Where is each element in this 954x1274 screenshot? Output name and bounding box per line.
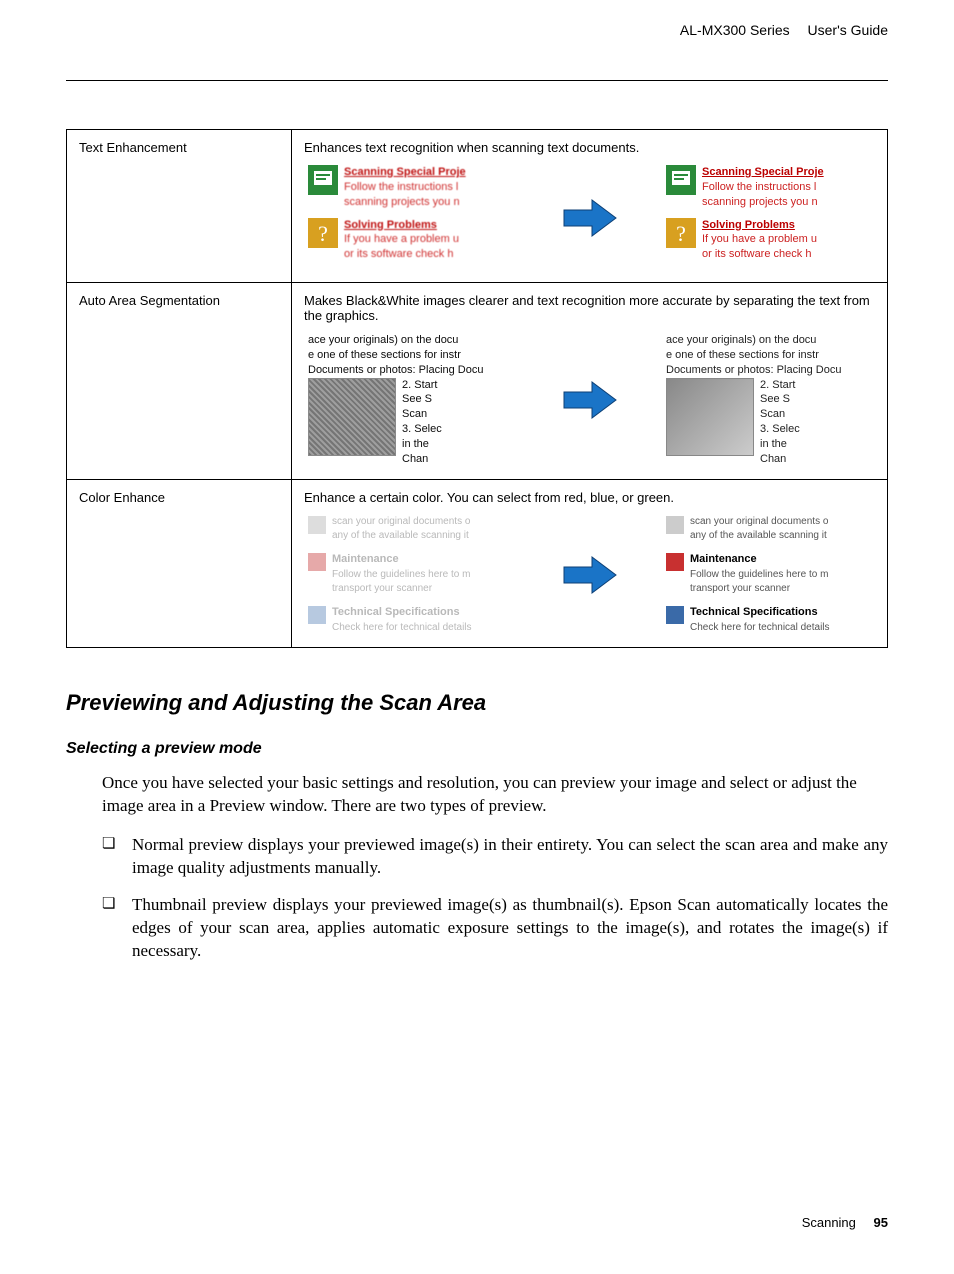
help-icon: ? — [308, 218, 338, 248]
table-row: Auto Area Segmentation Makes Black&White… — [67, 283, 888, 480]
arrow-icon — [554, 198, 626, 238]
guide-label: User's Guide — [808, 22, 888, 38]
maintenance-icon — [308, 553, 326, 571]
scan-icon — [308, 165, 338, 195]
table-row: Text Enhancement Enhances text recogniti… — [67, 130, 888, 283]
doc-icon — [666, 516, 684, 534]
arrow-icon — [554, 555, 626, 595]
after-panel: Scanning Special Proje Follow the instru… — [666, 165, 871, 270]
preview-modes-list: Normal preview displays your previewed i… — [102, 834, 888, 963]
page-number: 95 — [874, 1215, 888, 1230]
spec-icon — [308, 606, 326, 624]
header-rule — [66, 80, 888, 81]
list-item: Normal preview displays your previewed i… — [102, 834, 888, 880]
doc-icon — [308, 516, 326, 534]
intro-paragraph: Once you have selected your basic settin… — [102, 772, 888, 818]
arrow-icon — [554, 380, 626, 420]
illustration: ace your originals) on the docu e one of… — [304, 333, 875, 467]
feature-name: Auto Area Segmentation — [79, 293, 220, 308]
svg-text:?: ? — [318, 221, 328, 246]
feature-name: Color Enhance — [79, 490, 165, 505]
before-panel: ace your originals) on the docu e one of… — [308, 333, 513, 467]
illustration: Scanning Special Proje Follow the instru… — [304, 165, 875, 270]
before-panel: Scanning Special Proje Follow the instru… — [308, 165, 513, 270]
series-label: AL-MX300 Series — [680, 22, 790, 38]
illustration: scan your original documents o any of th… — [304, 515, 875, 635]
svg-text:?: ? — [676, 221, 686, 246]
after-panel: ace your originals) on the docu e one of… — [666, 333, 871, 467]
cat-photo — [308, 378, 396, 456]
feature-desc-cell: Enhance a certain color. You can select … — [292, 479, 888, 647]
feature-desc: Enhance a certain color. You can select … — [304, 490, 875, 505]
help-icon: ? — [666, 218, 696, 248]
feature-desc: Enhances text recognition when scanning … — [304, 140, 875, 155]
section-heading: Previewing and Adjusting the Scan Area — [66, 690, 888, 716]
feature-name-cell: Text Enhancement — [67, 130, 292, 283]
cat-photo — [666, 378, 754, 456]
feature-name-cell: Color Enhance — [67, 479, 292, 647]
subsection-heading: Selecting a preview mode — [66, 740, 888, 758]
chapter-name: Scanning — [802, 1215, 856, 1230]
maintenance-icon — [666, 553, 684, 571]
feature-desc: Makes Black&White images clearer and tex… — [304, 293, 875, 323]
page-header: AL-MX300 Series User's Guide — [66, 22, 888, 38]
list-item: Thumbnail preview displays your previewe… — [102, 894, 888, 963]
table-row: Color Enhance Enhance a certain color. Y… — [67, 479, 888, 647]
body-text-block: Once you have selected your basic settin… — [102, 772, 888, 963]
feature-name-cell: Auto Area Segmentation — [67, 283, 292, 480]
feature-name: Text Enhancement — [79, 140, 187, 155]
feature-desc-cell: Makes Black&White images clearer and tex… — [292, 283, 888, 480]
after-panel: scan your original documents o any of th… — [666, 515, 871, 635]
before-panel: scan your original documents o any of th… — [308, 515, 513, 635]
scan-icon — [666, 165, 696, 195]
feature-table: Text Enhancement Enhances text recogniti… — [66, 129, 888, 648]
page-footer: Scanning 95 — [802, 1215, 888, 1230]
feature-desc-cell: Enhances text recognition when scanning … — [292, 130, 888, 283]
spec-icon — [666, 606, 684, 624]
